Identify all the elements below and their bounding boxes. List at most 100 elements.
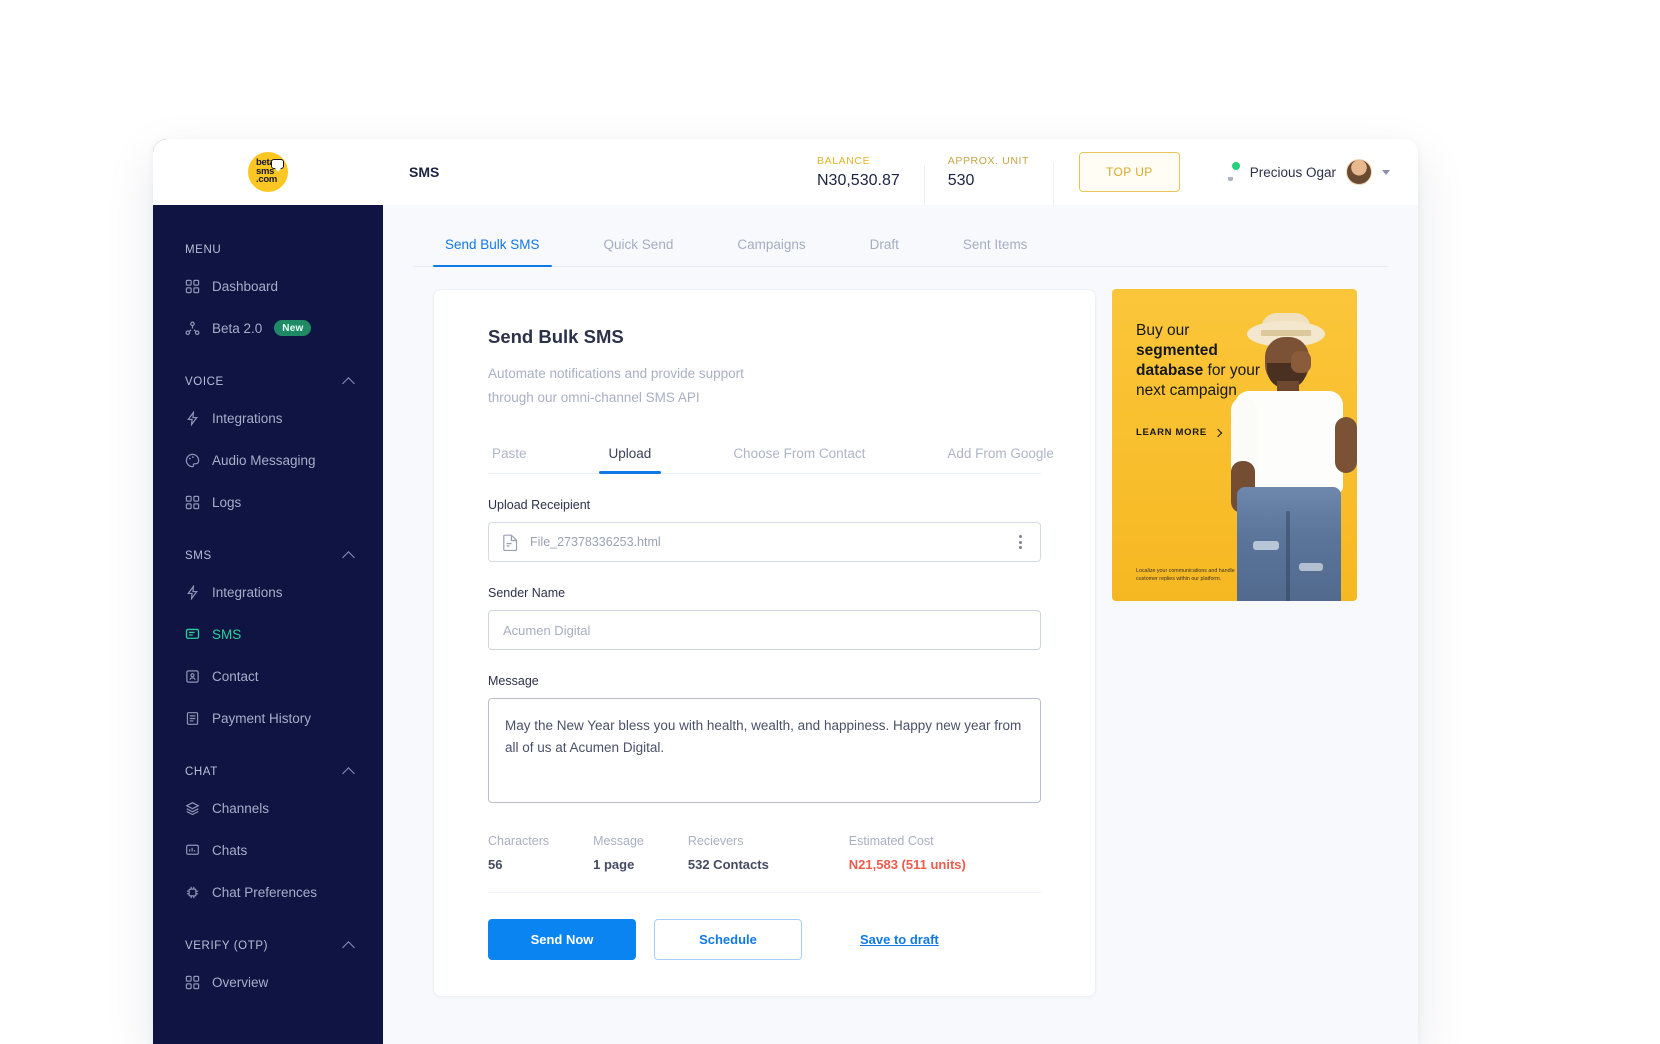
- contact-icon: [186, 669, 199, 683]
- tab-send-bulk-sms[interactable]: Send Bulk SMS: [433, 237, 552, 267]
- balance-label: BALANCE: [817, 154, 871, 167]
- sidebar-item-voice-integrations[interactable]: Integrations: [153, 397, 383, 439]
- sidebar-section-menu: MENU: [153, 235, 383, 265]
- sidebar-item-label: Chat Preferences: [212, 884, 318, 900]
- bolt-icon: [187, 410, 198, 426]
- balance-value: N30,530.87: [817, 171, 900, 189]
- layers-icon: [185, 801, 200, 815]
- tab-draft[interactable]: Draft: [858, 237, 911, 266]
- topbar: SMS BALANCE N30,530.87 APPROX. UNIT 530 …: [383, 139, 1418, 211]
- file-options-menu-icon[interactable]: [1015, 531, 1026, 553]
- uploaded-file-name: File_27378336253.html: [530, 535, 661, 549]
- tab-paste[interactable]: Paste: [488, 436, 531, 473]
- chevron-up-icon: [342, 941, 355, 954]
- top-up-button[interactable]: TOP UP: [1079, 152, 1180, 192]
- jeans: [1237, 487, 1341, 601]
- card-subtitle: Automate notifications and provide suppo…: [488, 362, 1041, 410]
- sidebar-section-chat[interactable]: CHAT: [153, 757, 383, 787]
- sidebar-item-label: Dashboard: [212, 278, 279, 294]
- stat-estimated-cost: Estimated Cost N21,583 (511 units): [849, 834, 966, 872]
- message-textarea[interactable]: [488, 698, 1041, 803]
- speech-bubble-icon: [271, 159, 284, 172]
- sidebar-item-beta-2-0[interactable]: Beta 2.0 New: [153, 307, 383, 349]
- sidebar-section-label: VOICE: [185, 376, 224, 388]
- message-stats: Characters 56 Message 1 page Recievers 5…: [488, 834, 1041, 893]
- sender-name-field: Sender Name: [488, 586, 1041, 650]
- sidebar-item-label: Chats: [212, 842, 248, 858]
- share-icon: [185, 321, 200, 335]
- sidebar-item-dashboard[interactable]: Dashboard: [153, 265, 383, 307]
- grid-icon: [185, 975, 200, 989]
- tab-add-from-google[interactable]: Add From Google: [943, 436, 1058, 473]
- sidebar-section-label: SMS: [185, 550, 212, 562]
- send-now-button[interactable]: Send Now: [488, 919, 636, 960]
- right-forearm: [1335, 417, 1357, 473]
- stat-value: N21,583 (511 units): [848, 857, 966, 872]
- promo-banner[interactable]: Buy our segmented database for your next…: [1112, 289, 1357, 601]
- sidebar-item-label: Overview: [212, 974, 269, 990]
- sidebar-item-label: SMS: [212, 626, 242, 642]
- sidebar-item-contact[interactable]: Contact: [153, 655, 383, 697]
- badge-new: New: [274, 320, 312, 336]
- schedule-button[interactable]: Schedule: [654, 919, 802, 960]
- avatar[interactable]: [1346, 159, 1372, 185]
- stat-value: 532 Contacts: [687, 857, 769, 872]
- jeans-rip: [1299, 563, 1323, 571]
- stat-label: Estimated Cost: [848, 834, 934, 848]
- chip-icon: [186, 886, 199, 898]
- sidebar-item-label: Logs: [212, 494, 242, 510]
- sidebar-item-payment-history[interactable]: Payment History: [153, 697, 383, 739]
- card-title: Send Bulk SMS: [488, 326, 624, 347]
- content-area: Send Bulk SMS Quick Send Campaigns Draft…: [383, 205, 1418, 1044]
- sender-name-input[interactable]: [488, 610, 1041, 650]
- chat-icon: [185, 628, 200, 639]
- sidebar-item-logs[interactable]: Logs: [153, 481, 383, 523]
- chevron-up-icon: [342, 551, 355, 564]
- stat-value: 1 page: [593, 857, 635, 872]
- tab-quick-send[interactable]: Quick Send: [592, 237, 686, 266]
- sidebar-item-label: Contact: [212, 668, 259, 684]
- sidebar-section-label: VERIFY (OTP): [185, 940, 269, 952]
- sidebar-section-voice[interactable]: VOICE: [153, 367, 383, 397]
- logo-area[interactable]: beta sms .com: [153, 139, 383, 205]
- betasms-logo-icon: beta sms .com: [248, 152, 288, 192]
- sidebar-section-verify-otp[interactable]: VERIFY (OTP): [153, 931, 383, 961]
- sidebar-item-label: Integrations: [212, 584, 283, 600]
- upload-file-row[interactable]: File_27378336253.html: [488, 522, 1041, 562]
- page-title: SMS: [409, 164, 440, 180]
- chevron-down-icon[interactable]: [1382, 169, 1390, 175]
- sidebar-section-sms[interactable]: SMS: [153, 541, 383, 571]
- sidebar: beta sms .com MENU Dashboard Beta 2.0 Ne…: [153, 139, 383, 1044]
- sidebar-section-label: CHAT: [185, 766, 218, 778]
- stat-recievers: Recievers 532 Contacts: [688, 834, 769, 872]
- tab-upload[interactable]: Upload: [598, 436, 662, 474]
- sidebar-item-chat-preferences[interactable]: Chat Preferences: [153, 871, 383, 913]
- sidebar-item-overview[interactable]: Overview: [153, 961, 383, 1003]
- sidebar-item-label: Integrations: [212, 410, 283, 426]
- approx-unit-value: 530: [947, 171, 975, 189]
- sidebar-item-audio-messaging[interactable]: Audio Messaging: [153, 439, 383, 481]
- tab-choose-from-contact[interactable]: Choose From Contact: [729, 436, 869, 473]
- user-area: Precious Ogar: [1222, 159, 1418, 185]
- sidebar-item-sms-integrations[interactable]: Integrations: [153, 571, 383, 613]
- sidebar-item-sms[interactable]: SMS: [153, 613, 383, 655]
- promo-copy: Buy our segmented database for your next…: [1136, 321, 1261, 438]
- upload-recipient-field: Upload Receipient File_27378336253.html: [488, 498, 1041, 562]
- notification-bell-icon[interactable]: [1222, 162, 1240, 182]
- tab-campaigns[interactable]: Campaigns: [725, 237, 817, 266]
- sidebar-menu: MENU Dashboard Beta 2.0 New VOICE Integr…: [153, 205, 383, 1003]
- card-subtitle-line-1: Automate notifications and provide suppo…: [488, 366, 744, 381]
- promo-learn-more-button[interactable]: LEARN MORE: [1136, 427, 1261, 438]
- tab-sent-items[interactable]: Sent Items: [951, 237, 1040, 266]
- file-icon: [503, 534, 518, 551]
- sender-name-label: Sender Name: [488, 586, 566, 600]
- promo-cta-label: LEARN MORE: [1136, 427, 1207, 438]
- sidebar-item-chats[interactable]: Chats: [153, 829, 383, 871]
- chevron-up-icon: [342, 767, 355, 780]
- save-to-draft-link[interactable]: Save to draft: [860, 932, 939, 947]
- promo-head-part-1: Buy our: [1136, 322, 1190, 339]
- stat-label: Message: [593, 834, 644, 848]
- receipt-icon: [186, 711, 199, 725]
- sidebar-item-channels[interactable]: Channels: [153, 787, 383, 829]
- bolt-icon: [187, 584, 198, 600]
